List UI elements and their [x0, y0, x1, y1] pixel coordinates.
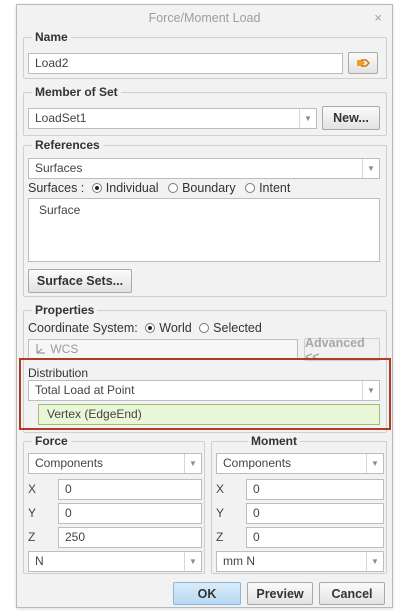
chevron-down-icon[interactable]: ▼ [184, 454, 201, 473]
list-item[interactable]: Surface [39, 201, 379, 220]
references-label: References [32, 138, 103, 152]
force-z-input[interactable]: 250 [58, 527, 202, 548]
force-y-label: Y [28, 506, 37, 520]
member-of-set-group: Member of Set LoadSet1 ▼ New... [23, 85, 387, 136]
radio-individual[interactable]: Individual [91, 181, 159, 195]
surfaces-options-row: Surfaces : Individual Boundary Intent [28, 181, 290, 195]
name-group-label: Name [32, 30, 71, 44]
moment-mode-select[interactable]: Components ▼ [216, 453, 384, 474]
moment-units-value: mm N [223, 554, 255, 568]
load-color-button[interactable] [348, 52, 378, 74]
ok-button[interactable]: OK [173, 582, 241, 605]
radio-icon [168, 183, 179, 193]
force-label: Force [32, 434, 71, 448]
moment-z-label: Z [216, 530, 224, 544]
force-z-label: Z [28, 530, 36, 544]
moment-group: Moment Components ▼ X 0 Y 0 Z 0 mm N ▼ [211, 434, 387, 574]
force-moment-load-dialog: Force/Moment Load × Name Load2 Member of… [16, 4, 393, 608]
moment-x-label: X [216, 482, 225, 496]
chevron-down-icon[interactable]: ▼ [366, 552, 383, 571]
chevron-down-icon[interactable]: ▼ [184, 552, 201, 571]
radio-boundary[interactable]: Boundary [168, 181, 236, 195]
surfaces-options-label: Surfaces : [28, 181, 85, 195]
name-input[interactable]: Load2 [28, 53, 343, 74]
references-group: References Surfaces ▼ Surfaces : Individ… [23, 138, 387, 297]
moment-z-input[interactable]: 0 [246, 527, 384, 548]
force-x-label: X [28, 482, 37, 496]
moment-label: Moment [248, 434, 300, 448]
surface-sets-button[interactable]: Surface Sets... [28, 269, 132, 293]
load-set-select[interactable]: LoadSet1 ▼ [28, 108, 317, 129]
force-mode-select[interactable]: Components ▼ [28, 453, 202, 474]
radio-icon [245, 183, 256, 193]
csys-value: WCS [50, 342, 79, 356]
dialog-title: Force/Moment Load [148, 11, 261, 25]
reference-type-value: Surfaces [35, 161, 83, 175]
radio-icon [199, 323, 210, 333]
name-group: Name Load2 [23, 30, 387, 79]
chevron-down-icon[interactable]: ▼ [362, 159, 379, 178]
csys-icon [36, 344, 45, 354]
radio-icon [91, 183, 102, 193]
moment-y-label: Y [216, 506, 225, 520]
moment-x-input[interactable]: 0 [246, 479, 384, 500]
load-color-icon [357, 59, 370, 67]
coord-system-label: Coordinate System: [28, 321, 138, 335]
cancel-button[interactable]: Cancel [319, 582, 385, 605]
chevron-down-icon[interactable]: ▼ [366, 454, 383, 473]
moment-units-select[interactable]: mm N ▼ [216, 551, 384, 572]
distribution-highlight-box [19, 358, 391, 430]
preview-button[interactable]: Preview [247, 582, 313, 605]
force-units-value: N [35, 554, 44, 568]
moment-y-input[interactable]: 0 [246, 503, 384, 524]
radio-intent[interactable]: Intent [245, 181, 290, 195]
force-y-input[interactable]: 0 [58, 503, 202, 524]
csys-field: WCS [28, 339, 298, 360]
force-group: Force Components ▼ X 0 Y 0 Z 250 N ▼ [23, 434, 205, 574]
force-units-select[interactable]: N ▼ [28, 551, 202, 572]
moment-mode-value: Components [223, 456, 292, 470]
load-set-value: LoadSet1 [35, 111, 87, 125]
force-mode-value: Components [35, 456, 104, 470]
coord-system-row: Coordinate System: World Selected [28, 321, 262, 335]
force-x-input[interactable]: 0 [58, 479, 202, 500]
member-of-set-label: Member of Set [32, 85, 121, 99]
title-bar: Force/Moment Load × [17, 5, 392, 31]
new-set-button[interactable]: New... [322, 106, 380, 130]
reference-type-select[interactable]: Surfaces ▼ [28, 158, 380, 179]
close-icon[interactable]: × [374, 10, 382, 25]
radio-selected[interactable]: Selected [199, 321, 262, 335]
surfaces-collector-list[interactable]: Surface [28, 198, 380, 262]
chevron-down-icon[interactable]: ▼ [299, 109, 316, 128]
radio-world[interactable]: World [145, 321, 192, 335]
radio-icon [145, 323, 156, 333]
properties-label: Properties [32, 303, 98, 317]
